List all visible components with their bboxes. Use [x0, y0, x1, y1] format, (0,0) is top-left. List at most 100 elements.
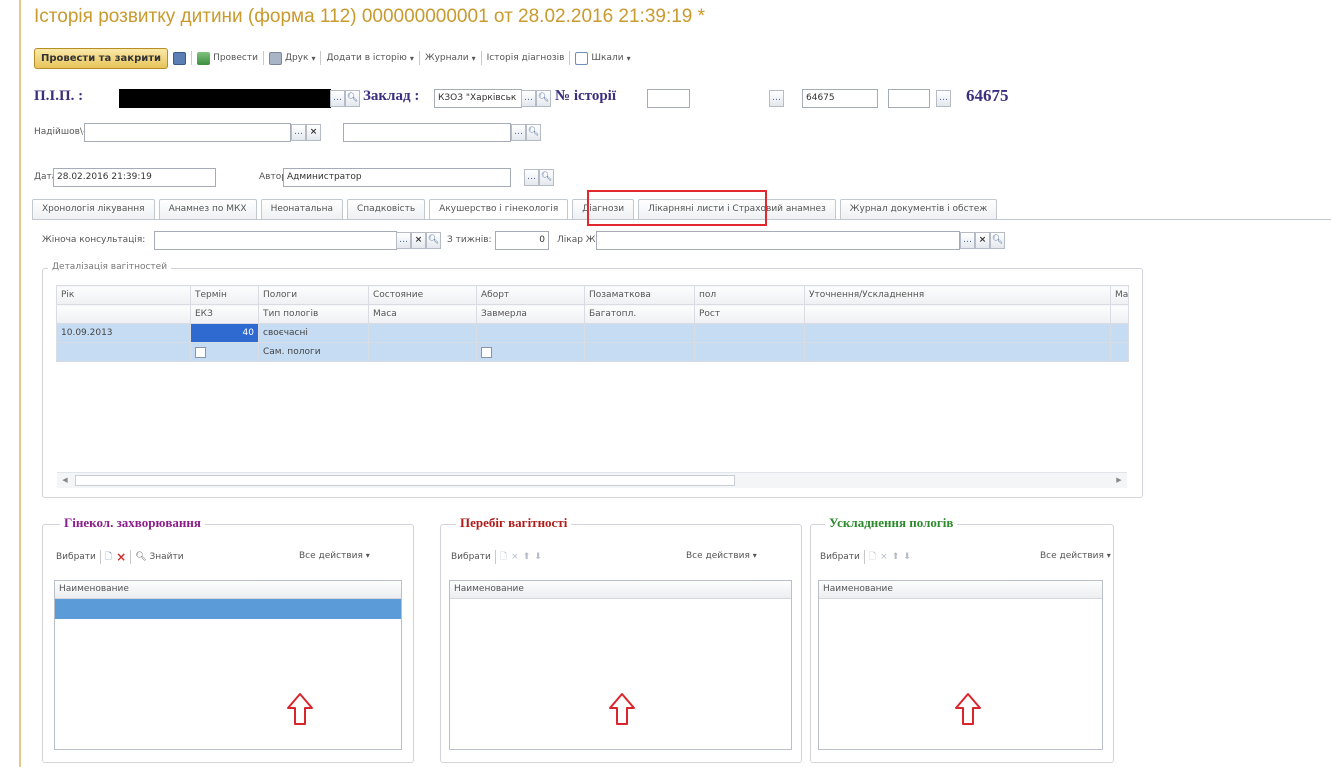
col-complications[interactable]: Уточнення/Ускладнення — [804, 285, 1111, 305]
post-and-close-button[interactable]: Провести та закрити — [34, 47, 169, 69]
move-down-icon[interactable]: ⬇ — [903, 552, 911, 562]
move-up-icon[interactable]: ⬆ — [523, 552, 531, 562]
cell-birth[interactable]: своєчасні — [258, 323, 369, 343]
add-icon[interactable]: 🗋︎ — [105, 549, 112, 565]
col-sex[interactable]: пол — [694, 285, 805, 305]
ivf-checkbox[interactable] — [195, 346, 206, 358]
cell-abortion[interactable] — [476, 323, 585, 343]
scroll-right-icon[interactable]: ▶ — [1113, 475, 1125, 486]
search-icon[interactable]: 🔍︎ — [426, 232, 441, 249]
all-actions-menu[interactable]: Все действия ▾ — [1040, 551, 1111, 561]
move-down-icon[interactable]: ⬇ — [534, 552, 542, 562]
came-from-second-field[interactable] — [343, 123, 511, 142]
cell-birth-type[interactable]: Сам. пологи — [258, 342, 369, 362]
history-select-button[interactable]: … — [769, 90, 784, 107]
col-weight[interactable]: Маса — [368, 304, 477, 324]
list-header[interactable]: Наименование — [450, 581, 791, 599]
tab-obstetrics-gynecology[interactable]: Акушерство і гінекологія — [429, 199, 569, 219]
pregnancy-table[interactable]: Рік Термін Пологи Состояние Аборт Позама… — [56, 285, 1129, 362]
cell-mass[interactable] — [1110, 323, 1129, 343]
table-row[interactable]: Сам. пологи — [56, 342, 1129, 362]
horizontal-scrollbar[interactable]: ◀ ▶ — [57, 472, 1127, 488]
col-birth-type[interactable]: Тип пологів — [258, 304, 369, 324]
col-state[interactable]: Состояние — [368, 285, 477, 305]
col-ivf[interactable]: ЕКЗ — [190, 304, 259, 324]
delete-icon[interactable]: × — [116, 550, 126, 564]
history-number-field[interactable]: 64675 — [802, 89, 878, 108]
delete-icon[interactable]: × — [880, 552, 888, 562]
cell-empty[interactable] — [804, 342, 1111, 362]
cell-state[interactable] — [368, 323, 477, 343]
search-icon[interactable]: 🔍︎ — [539, 169, 554, 186]
all-actions-menu[interactable]: Все действия ▾ — [686, 551, 757, 561]
all-actions-menu[interactable]: Все действия ▾ — [299, 551, 370, 561]
author-field[interactable]: Администратор — [283, 168, 511, 187]
select-button[interactable]: Вибрати — [56, 552, 96, 562]
consultation-select-button[interactable]: … — [396, 232, 411, 249]
tab-treatment-chronology[interactable]: Хронологія лікування — [32, 199, 155, 219]
tab-document-journal[interactable]: Журнал документів і обстеж — [839, 199, 998, 219]
find-button[interactable]: 🔍︎ Знайти — [135, 552, 183, 562]
col-missed[interactable]: Завмерла — [476, 304, 585, 324]
date-field[interactable]: 28.02.2016 21:39:19 — [53, 168, 216, 187]
tab-neonatal[interactable]: Неонатальна — [260, 199, 343, 219]
list-header[interactable]: Наименование — [55, 581, 401, 599]
col-term[interactable]: Термін — [190, 285, 259, 305]
diagnosis-history-button[interactable]: Історія діагнозів — [487, 53, 565, 63]
from-weeks-field[interactable]: 0 — [495, 231, 549, 250]
came-from-select-button[interactable]: … — [291, 124, 306, 141]
col-multiple[interactable]: Багатопл. — [584, 304, 695, 324]
cell-ectopic[interactable] — [584, 323, 695, 343]
col-abortion[interactable]: Аборт — [476, 285, 585, 305]
scales-menu[interactable]: Шкали ▾ — [575, 51, 631, 65]
delete-icon[interactable]: × — [511, 552, 519, 562]
cell-height[interactable] — [694, 342, 805, 362]
womens-consultation-field[interactable] — [154, 231, 397, 250]
cell-missed[interactable] — [476, 342, 585, 362]
add-icon[interactable]: 🗋︎ — [869, 549, 876, 565]
search-icon[interactable]: 🔍︎ — [536, 90, 551, 107]
search-icon[interactable]: 🔍︎ — [345, 90, 360, 107]
add-icon[interactable]: 🗋︎ — [500, 549, 507, 565]
clear-icon[interactable]: × — [411, 232, 426, 249]
doctor-select-button[interactable]: … — [960, 232, 975, 249]
select-button[interactable]: Вибрати — [451, 552, 491, 562]
came-from-second-select-button[interactable]: … — [511, 124, 526, 141]
came-from-field[interactable] — [84, 123, 291, 142]
cell-term[interactable]: 40 — [190, 323, 259, 343]
cell-multiple[interactable] — [584, 342, 695, 362]
col-year[interactable]: Рік — [56, 285, 191, 305]
col-birth[interactable]: Пологи — [258, 285, 369, 305]
missed-checkbox[interactable] — [481, 346, 492, 358]
cell-empty[interactable] — [56, 342, 191, 362]
history-prefix-field[interactable] — [647, 89, 690, 108]
cell-empty[interactable] — [1110, 342, 1129, 362]
cell-sex[interactable] — [694, 323, 805, 343]
list-item[interactable] — [55, 599, 401, 619]
pib-select-button[interactable]: … — [330, 90, 345, 107]
scroll-thumb[interactable] — [75, 475, 735, 486]
gyn-diseases-list[interactable]: Наименование — [54, 580, 402, 750]
post-button[interactable]: Провести — [197, 51, 258, 65]
pib-field[interactable] — [119, 89, 331, 108]
col-mass[interactable]: Мас — [1110, 285, 1129, 305]
save-icon[interactable] — [173, 51, 187, 65]
doctor-field[interactable] — [596, 231, 960, 250]
history-suffix-field[interactable] — [888, 89, 930, 108]
clear-icon[interactable]: × — [306, 124, 321, 141]
col-ectopic[interactable]: Позаматкова — [584, 285, 695, 305]
cell-ivf[interactable] — [190, 342, 259, 362]
journals-menu[interactable]: Журнали ▾ — [425, 53, 476, 63]
clear-icon[interactable]: × — [975, 232, 990, 249]
add-to-history-menu[interactable]: Додати в історію ▾ — [326, 53, 413, 63]
institution-select-button[interactable]: … — [521, 90, 536, 107]
search-icon[interactable]: 🔍︎ — [990, 232, 1005, 249]
scroll-left-icon[interactable]: ◀ — [59, 475, 71, 486]
institution-field[interactable]: КЗОЗ "Харківськ — [434, 89, 522, 108]
author-select-button[interactable]: … — [524, 169, 539, 186]
tab-heredity[interactable]: Спадковість — [347, 199, 426, 219]
history-suffix-select-button[interactable]: … — [936, 90, 951, 107]
cell-complications[interactable] — [804, 323, 1111, 343]
cell-year[interactable]: 10.09.2013 — [56, 323, 191, 343]
search-icon[interactable]: 🔍︎ — [526, 124, 541, 141]
